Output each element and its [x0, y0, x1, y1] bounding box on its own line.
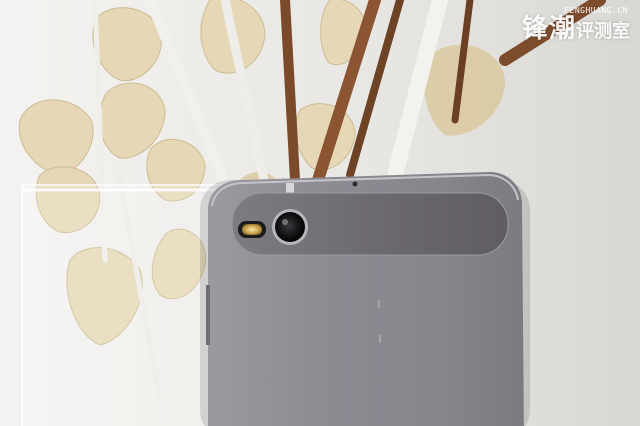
side-button: [206, 285, 210, 345]
watermark-logo: FENGHUANG.CN 锋潮评测室: [521, 6, 630, 45]
watermark-brand: 锋潮: [521, 14, 576, 44]
photo-scene: [0, 0, 640, 426]
mic-hole: [352, 181, 358, 187]
phone: [206, 172, 524, 426]
antenna-line: [286, 183, 294, 193]
watermark-url: FENGHUANG.CN: [564, 6, 628, 15]
watermark-sub: 评测室: [576, 21, 630, 42]
glass-vase: [21, 184, 223, 426]
